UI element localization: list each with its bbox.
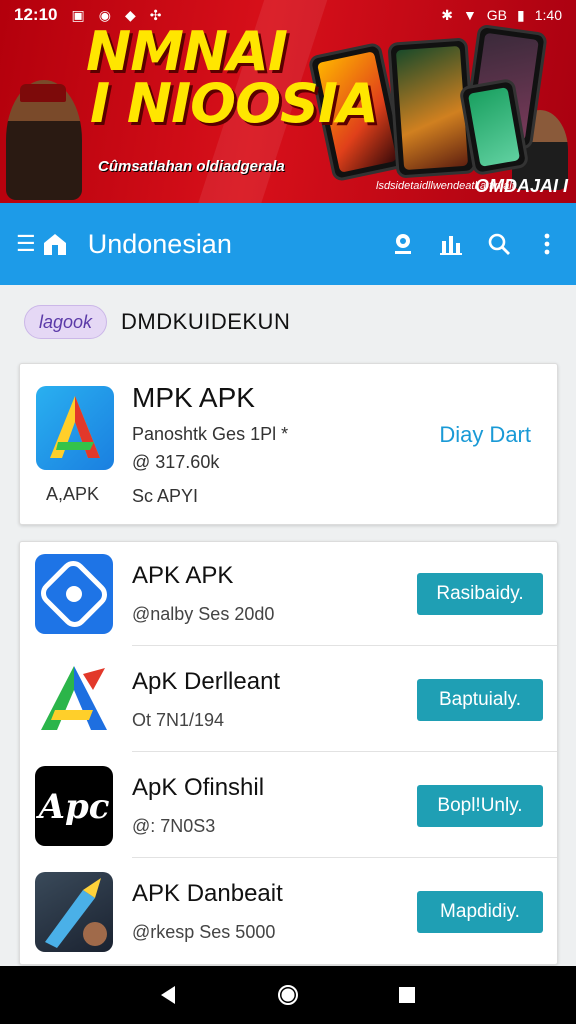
a-letter-icon bbox=[36, 386, 114, 470]
banner-subtitle: Cûmsatlahan oldiadgerala bbox=[98, 158, 285, 175]
list-item[interactable]: APK APK @nalby Ses 20d0 Rasibaidy. bbox=[20, 542, 557, 646]
featured-app-name: MPK APK bbox=[132, 382, 255, 413]
list-item[interactable]: APK Danbeait @rkesp Ses 5000 Mapdidiy. bbox=[20, 860, 557, 964]
app-meta: @nalby Ses 20d0 bbox=[132, 604, 275, 624]
install-button[interactable]: Bopl!Unly. bbox=[417, 785, 543, 827]
filter-chip[interactable]: lagook bbox=[24, 305, 108, 339]
app-name: APK Danbeait bbox=[132, 880, 283, 907]
install-button[interactable]: Rasibaidy. bbox=[417, 573, 543, 615]
app-name: ApK Derlleant bbox=[132, 668, 281, 695]
banner-person-left bbox=[6, 80, 82, 200]
install-button[interactable]: Baptuialy. bbox=[417, 679, 543, 721]
app-list: APK APK @nalby Ses 20d0 Rasibaidy. ApK D… bbox=[19, 541, 558, 965]
divider bbox=[132, 751, 557, 752]
featured-meta: @ 317.60k bbox=[132, 452, 220, 472]
filter-label: DMDKUIDEKUN bbox=[121, 309, 291, 334]
diamond-icon: ◆ bbox=[124, 7, 136, 23]
banner-title: NMNAI I NIOOSIA bbox=[86, 25, 379, 135]
toolbar-title: Undonesian bbox=[87, 228, 232, 259]
recents-icon[interactable] bbox=[395, 983, 419, 1007]
banner-brand: OMDAJAI I bbox=[474, 176, 568, 196]
promo-banner[interactable]: NMNAI I NIOOSIA Cûmsatlahan oldiadgerala… bbox=[0, 0, 576, 203]
notification-icons: ▣ ◉ ◆ ✣ bbox=[71, 5, 175, 25]
filter-row: lagook DMDKUIDEKUN bbox=[24, 304, 290, 340]
more-vert-icon[interactable] bbox=[534, 231, 560, 257]
home-icon[interactable] bbox=[40, 229, 70, 259]
status-right: ✱ ▼ GB ▮ 1:40 bbox=[441, 7, 562, 24]
featured-meta: Sc APYI bbox=[132, 486, 199, 506]
game-art-icon bbox=[35, 872, 113, 952]
battery-icon: ▮ bbox=[517, 6, 525, 23]
status-bar: 12:10 ▣ ◉ ◆ ✣ ✱ ▼ GB ▮ 1:40 bbox=[0, 0, 576, 30]
wifi-icon: ▼ bbox=[462, 7, 477, 23]
app-name: ApK Ofinshil bbox=[132, 774, 265, 801]
apc-logo-icon: Apc bbox=[35, 766, 113, 846]
banner-title-line2: I NIOOSIA bbox=[90, 72, 379, 135]
featured-action-link[interactable]: Diay Dart bbox=[439, 422, 531, 448]
list-item[interactable]: ApK Derlleant Ot 7N1/194 Baptuialy. bbox=[20, 648, 557, 752]
search-icon[interactable] bbox=[486, 231, 512, 257]
system-nav-bar bbox=[0, 966, 576, 1024]
divider bbox=[132, 857, 557, 858]
location-icon[interactable] bbox=[390, 231, 416, 257]
status-time: 12:10 bbox=[14, 5, 58, 24]
featured-app-card[interactable]: A,APK MPK APK Panoshtk Ges 1Pl * @ 317.6… bbox=[19, 363, 558, 525]
app-name: APK APK bbox=[132, 562, 234, 589]
toolbar-actions bbox=[390, 231, 560, 257]
photo-icon: ▣ bbox=[71, 7, 85, 23]
back-icon[interactable] bbox=[157, 983, 181, 1007]
app-meta: Ot 7N1/194 bbox=[132, 710, 225, 730]
p-app-icon: ◉ bbox=[98, 7, 111, 23]
a-triangle-icon bbox=[35, 660, 113, 740]
bar-chart-icon[interactable] bbox=[438, 231, 464, 257]
app-meta: @: 7N0S3 bbox=[132, 816, 216, 836]
install-button[interactable]: Mapdidiy. bbox=[417, 891, 543, 933]
featured-icon-caption: A,APK bbox=[46, 484, 100, 504]
menu-icon[interactable]: ☰ bbox=[16, 231, 36, 257]
carrier-label: GB bbox=[486, 7, 508, 23]
home-button-icon[interactable] bbox=[276, 983, 300, 1007]
app-toolbar: ☰ Undonesian bbox=[0, 203, 576, 285]
battery-label: 1:40 bbox=[534, 7, 562, 23]
settings-icon: ✣ bbox=[149, 7, 162, 23]
featured-meta: Panoshtk Ges 1Pl * bbox=[132, 424, 289, 444]
bluetooth-icon: ✱ bbox=[441, 6, 453, 23]
gamepad-icon bbox=[35, 554, 113, 634]
divider bbox=[132, 645, 557, 646]
svg-text:Apc: Apc bbox=[36, 787, 110, 827]
list-item[interactable]: Apc ApK Ofinshil @: 7N0S3 Bopl!Unly. bbox=[20, 754, 557, 858]
app-meta: @rkesp Ses 5000 bbox=[132, 922, 276, 942]
